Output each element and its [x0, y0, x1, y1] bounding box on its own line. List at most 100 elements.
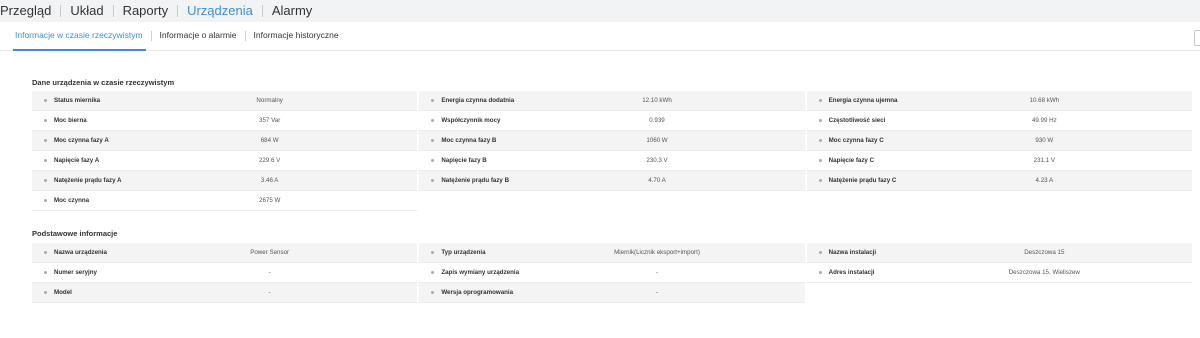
info-row: Nazwa urządzenia Power Sensor Typ urządzen… — [32, 243, 1194, 263]
field-model: Model - — [32, 283, 418, 303]
field-label: Energia czynna dodatnia — [419, 97, 579, 104]
field-label: Napięcie fazy A — [32, 157, 192, 164]
field-label: Natężenie prądu fazy B — [419, 177, 579, 184]
field-label: Energia czynna ujemna — [807, 97, 967, 104]
field-czestotliwosc-sieci: Częstotliwość sieci 49.99 Hz — [806, 111, 1192, 131]
field-label: Napięcie fazy C — [807, 157, 967, 164]
bullet-icon — [818, 271, 822, 274]
field-value: Deszczowa 15 — [1024, 249, 1065, 256]
bullet-icon — [44, 139, 47, 142]
bullet-icon — [818, 99, 822, 102]
field-natezenie-pradu-fazy-b: Natężenie prądu fazy B 4.70 A — [419, 171, 805, 191]
field-value: - — [655, 289, 659, 296]
field-label-text: Natężenie prądu fazy C — [828, 177, 897, 184]
basic-info-grid: Nazwa urządzenia Power Sensor Typ urządzen… — [32, 243, 1194, 303]
field-value: 10.68 kWh — [1029, 97, 1060, 104]
field-label: Nazwa urządzenia — [32, 249, 192, 256]
info-row: Status miernika Normalny Energia czynna do… — [32, 91, 1194, 111]
field-napiecie-fazy-b: Napięcie fazy B 230.3 V — [419, 151, 805, 171]
field-status-miernika: Status miernika Normalny — [32, 91, 418, 111]
info-row: Napięcie fazy A 229.6 V Napięcie fazy B 230… — [32, 151, 1194, 171]
field-label: Status miernika — [32, 97, 192, 104]
field-label: Natężenie prądu fazy C — [807, 177, 967, 184]
bullet-icon — [431, 251, 435, 254]
field-value: Normalny — [256, 97, 283, 104]
nav-item-uklad[interactable]: Układ — [61, 0, 112, 22]
field-label-text: Model — [54, 289, 72, 296]
field-wspolczynnik-mocy: Współczynnik mocy 0.939 — [419, 111, 805, 131]
field-label-text: Nazwa instalacji — [828, 249, 877, 256]
field-label-text: Nazwa urządzenia — [54, 249, 107, 256]
field-value: Miernik(Licznik eksport+import) — [614, 249, 700, 256]
tab-informacje-historyczne[interactable]: Informacje historyczne — [246, 22, 347, 50]
field-label: Moc czynna fazy B — [419, 137, 579, 144]
tab-bar: Informacje w czasie rzeczywistym Informac… — [0, 22, 1200, 51]
nav-item-przeglad[interactable]: Przegląd — [0, 0, 60, 22]
empty-cell — [419, 191, 804, 210]
field-label: Moc czynna fazy C — [807, 137, 967, 144]
bullet-icon — [431, 119, 435, 122]
field-label: Typ urządzenia — [419, 249, 579, 256]
bullet-icon — [44, 99, 47, 102]
field-label-text: Moc czynna fazy A — [54, 137, 109, 144]
field-moc-czynna-fazy-b: Moc czynna fazy B 1060 W — [419, 131, 805, 151]
bullet-icon — [431, 139, 435, 142]
field-label-text: Moc czynna fazy B — [441, 137, 497, 144]
field-natezenie-pradu-fazy-a: Natężenie prądu fazy A 3.46 A — [32, 171, 418, 191]
field-energia-czynna-ujemna: Energia czynna ujemna 10.68 kWh — [806, 91, 1192, 111]
field-adres-instalacji: Adres instalacji Deszczowa 15, Wieliszew — [806, 263, 1192, 283]
field-label-text: Natężenie prądu fazy B — [441, 177, 510, 184]
field-label-text: Częstotliwość sieci — [828, 117, 886, 124]
bullet-icon — [818, 159, 822, 162]
device-panel: Informacje w czasie rzeczywistym Informac… — [0, 22, 1200, 338]
field-value: 3.46 A — [260, 177, 279, 184]
field-label-text: Napięcie fazy C — [828, 157, 875, 164]
field-energia-czynna-dodatnia: Energia czynna dodatnia 12.10 kWh — [419, 91, 805, 111]
basic-info-section-title: Podstawowe informacje — [32, 229, 118, 238]
info-row: Numer seryjny - Zapis wymiany urządzenia - A… — [32, 263, 1194, 283]
field-label-text: Typ urządzenia — [441, 249, 486, 256]
field-label-text: Adres instalacji — [828, 269, 875, 276]
bullet-icon — [44, 159, 47, 162]
field-nazwa-instalacji: Nazwa instalacji Deszczowa 15 — [806, 243, 1192, 263]
realtime-grid: Status miernika Normalny Energia czynna do… — [32, 91, 1194, 211]
empty-cell — [807, 191, 1192, 210]
field-natezenie-pradu-fazy-c: Natężenie prądu fazy C 4.23 A — [806, 171, 1192, 191]
field-label-text: Napięcie fazy B — [441, 157, 487, 164]
field-label-text: Energia czynna ujemna — [828, 97, 898, 104]
nav-item-alarmy[interactable]: Alarmy — [263, 0, 321, 22]
nav-item-urzadzenia[interactable]: Urządzenia — [178, 0, 262, 22]
info-row: Moc bierna 357 Var Współczynnik mocy 0.939 C… — [32, 111, 1194, 131]
field-label: Napięcie fazy B — [419, 157, 579, 164]
field-value: 231.1 V — [1033, 157, 1055, 164]
field-zapis-wymiany-urzadzenia: Zapis wymiany urządzenia - — [419, 263, 805, 283]
field-value: 1060 W — [646, 137, 668, 144]
bullet-icon — [44, 291, 47, 294]
field-value: Power Sensor — [250, 249, 290, 256]
nav-item-raporty[interactable]: Raporty — [114, 0, 178, 22]
field-value: - — [268, 269, 271, 276]
field-napiecie-fazy-c: Napięcie fazy C 231.1 V — [806, 151, 1192, 171]
bullet-icon — [44, 271, 47, 274]
field-label-text: Numer seryjny — [54, 269, 97, 276]
field-label-text: Moc czynna fazy C — [828, 137, 884, 144]
tab-informacje-o-alarmie[interactable]: Informacje o alarmie — [152, 22, 245, 50]
field-label: Moc czynna — [32, 197, 192, 204]
tab-informacje-w-czasie-rzeczywistym[interactable]: Informacje w czasie rzeczywistym — [0, 22, 151, 51]
field-label: Adres instalacji — [807, 269, 967, 276]
bullet-icon — [431, 179, 435, 182]
field-label: Wersja oprogramowania — [419, 289, 579, 296]
field-label: Zapis wymiany urządzenia — [419, 269, 579, 276]
field-label-text: Współczynnik mocy — [441, 117, 501, 124]
field-value: 49.99 Hz — [1031, 117, 1057, 124]
collapse-toggle-button[interactable] — [1194, 30, 1200, 46]
info-row: Moc czynna fazy A 684 W Moc czynna fazy B 1… — [32, 131, 1194, 151]
top-navigation: Przegląd Układ Raporty Urządzenia Alarmy — [0, 0, 1200, 22]
field-label-text: Napięcie fazy A — [54, 157, 100, 164]
empty-cell — [807, 283, 1192, 302]
field-value: 930 W — [1035, 137, 1054, 144]
field-value: 4.23 A — [1035, 177, 1054, 184]
field-value: 684 W — [260, 137, 279, 144]
field-value: - — [268, 289, 271, 296]
field-value: 12.10 kWh — [642, 97, 672, 104]
